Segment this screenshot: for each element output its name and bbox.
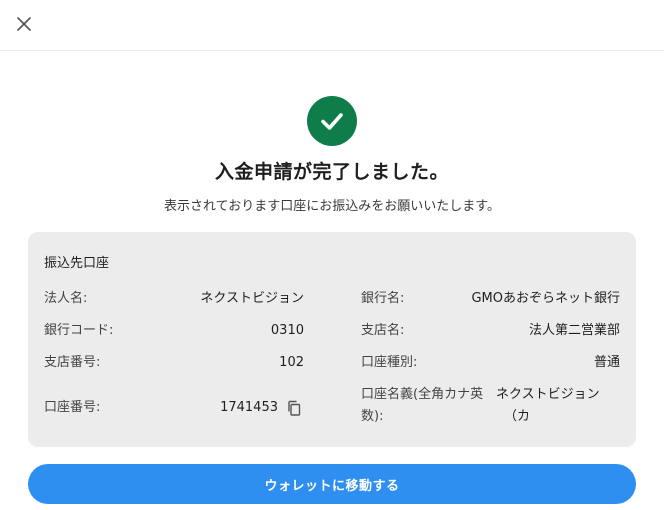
completion-title: 入金申請が完了しました。 bbox=[214, 161, 449, 183]
branch-name-label: 支店名: bbox=[361, 323, 405, 338]
account-number-label: 口座番号: bbox=[44, 400, 101, 415]
account-holder-value: ネクストビジョン （カ bbox=[496, 385, 626, 427]
account-holder-value-line1: ネクストビジョン bbox=[496, 387, 600, 402]
account-type-value: 普通 bbox=[593, 355, 620, 370]
close-icon bbox=[17, 17, 31, 31]
check-circle-icon bbox=[307, 96, 357, 146]
completion-message: 表示されております口座にお振込みをお願いいたします。 bbox=[164, 199, 500, 214]
account-holder-label-line1: 口座名義(全角カナ英 bbox=[361, 387, 484, 402]
account-type-label: 口座種別: bbox=[361, 355, 418, 370]
card-title: 振込先口座 bbox=[44, 256, 110, 271]
transfer-account-card: 振込先口座 法人名: ネクストビジョン 銀行コード: 0310 支店番号: 10… bbox=[28, 232, 636, 447]
go-to-wallet-button[interactable]: ウォレットに移動する bbox=[28, 464, 636, 504]
branch-name-value: 法人第二営業部 bbox=[528, 323, 620, 338]
account-holder-label-line2: 数): bbox=[361, 409, 384, 424]
account-number-value: 1741453 bbox=[220, 400, 278, 415]
top-bar bbox=[0, 0, 664, 51]
close-button[interactable] bbox=[12, 12, 36, 36]
corporate-name-label: 法人名: bbox=[44, 291, 88, 306]
bank-code-label: 銀行コード: bbox=[44, 323, 114, 338]
account-holder-value-line2: （カ bbox=[504, 409, 531, 424]
corporate-name-value: ネクストビジョン bbox=[200, 291, 304, 306]
checkmark-icon bbox=[321, 113, 343, 130]
bank-name-label: 銀行名: bbox=[361, 291, 405, 306]
bank-code-value: 0310 bbox=[270, 323, 304, 338]
branch-number-label: 支店番号: bbox=[44, 355, 101, 370]
bank-name-value: GMOあおぞらネット銀行 bbox=[471, 291, 620, 306]
copy-icon[interactable] bbox=[286, 400, 302, 416]
branch-number-value: 102 bbox=[279, 355, 304, 370]
account-holder-label: 口座名義(全角カナ英 数): bbox=[361, 385, 496, 427]
